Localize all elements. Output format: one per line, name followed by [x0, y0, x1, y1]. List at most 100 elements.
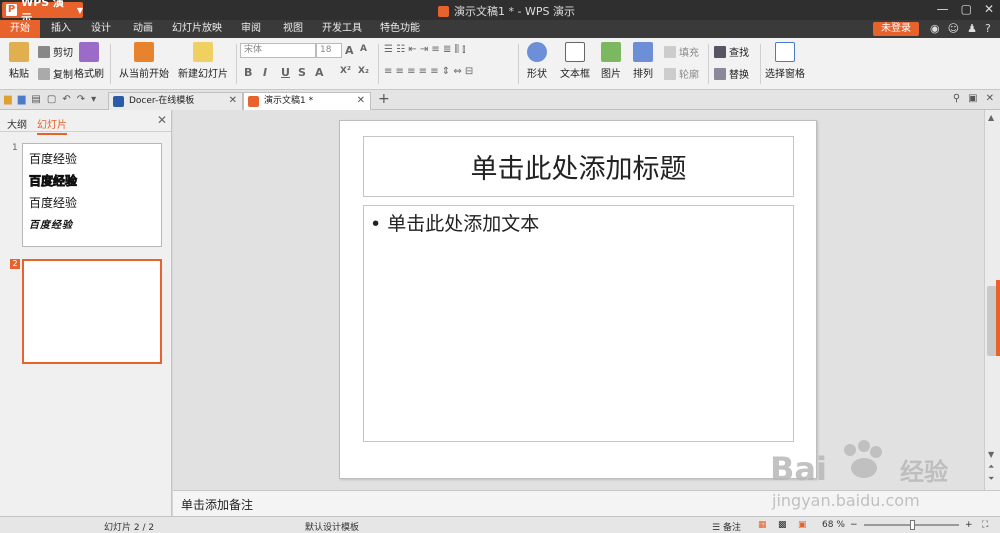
tab-features[interactable]: 特色功能 — [374, 20, 426, 38]
normal-view-icon[interactable]: ▦ — [758, 520, 767, 530]
zoom-out-icon[interactable]: − — [850, 520, 858, 530]
notes-pane[interactable]: 单击添加备注 — [173, 490, 1000, 516]
restore-icon[interactable]: ▣ — [968, 93, 977, 104]
title-placeholder[interactable]: 单击此处添加标题 — [363, 136, 794, 197]
minimize-button[interactable]: — — [937, 2, 949, 16]
shirt-icon[interactable]: ♟ — [967, 22, 977, 35]
quick-access-toolbar: ▆ ▆ ▤ ▢ ↶ ↷ ▾ — [4, 94, 96, 105]
binoculars-icon — [714, 45, 726, 58]
save-icon[interactable]: ▆ — [18, 94, 26, 105]
tab-developer[interactable]: 开发工具 — [316, 20, 368, 38]
redo-icon[interactable]: ↷ — [77, 94, 85, 105]
close-icon[interactable]: ✕ — [157, 113, 167, 127]
shrink-font-icon[interactable]: A — [360, 44, 367, 54]
thumb-text: 百度经验 — [29, 174, 78, 189]
print-preview-icon[interactable]: ▢ — [47, 94, 56, 105]
close-icon[interactable]: ✕ — [986, 93, 994, 104]
wps-app-menu-button[interactable]: P WPS 演示 ▼ — [2, 0, 83, 25]
tab-view[interactable]: 视图 — [274, 20, 312, 38]
divider — [708, 44, 709, 84]
superscript-button[interactable]: X² — [340, 66, 351, 76]
tab-document-label: 演示文稿1 * — [264, 96, 314, 106]
login-button[interactable]: 未登录 — [873, 22, 919, 36]
slide-thumbnail-1[interactable]: 百度经验 百度经验 百度经验 百度经验 — [22, 143, 162, 247]
reading-view-icon[interactable]: ▣ — [798, 520, 807, 530]
font-name-select[interactable]: 宋体 — [240, 43, 316, 58]
scissors-icon — [38, 45, 50, 58]
undo-icon[interactable]: ↶ — [62, 94, 70, 105]
maximize-button[interactable]: ▢ — [961, 2, 972, 16]
arrange-button[interactable]: 排列 — [630, 42, 656, 80]
paragraph-tools-row2[interactable]: ≡ ≡ ≡ ≡ ≡ ⇕ ⇔ ⊟ — [384, 66, 473, 77]
zoom-in-icon[interactable]: + — [965, 520, 973, 530]
find-button[interactable]: 查找 — [714, 44, 749, 59]
chevron-down-icon: ▼ — [76, 5, 83, 15]
zoom-level[interactable]: 68 % — [822, 520, 845, 530]
tab-home[interactable]: 开始 — [0, 20, 40, 38]
open-icon[interactable]: ▆ — [4, 94, 12, 105]
font-color-button[interactable]: A — [315, 66, 324, 79]
selection-pane-label: 选择窗格 — [765, 69, 805, 80]
picture-button[interactable]: 图片 — [596, 42, 626, 80]
fill-label: 填充 — [679, 48, 699, 59]
tab-slides[interactable]: 幻灯片 — [37, 116, 67, 135]
selection-pane-button[interactable]: 选择窗格 — [764, 42, 806, 80]
shadow-button[interactable]: S — [298, 66, 306, 79]
outline-icon — [664, 67, 676, 80]
prev-slide-icon[interactable]: ⏶ — [988, 462, 994, 472]
notes-toggle-button[interactable]: ☰ 备注 — [712, 520, 741, 533]
outline-label: 轮廓 — [679, 70, 699, 81]
textbox-label: 文本框 — [560, 69, 590, 80]
underline-button[interactable]: U — [281, 66, 290, 79]
tab-animation[interactable]: 动画 — [124, 20, 162, 38]
sorter-view-icon[interactable]: ▩ — [778, 520, 787, 530]
paragraph-tools-row1[interactable]: ☰ ☷ ⇤ ⇥ ≡ ≣ ⫼ ⫾ — [384, 44, 466, 55]
replace-button[interactable]: 替换 — [714, 66, 749, 81]
tab-review[interactable]: 审阅 — [232, 20, 270, 38]
textbox-button[interactable]: 文本框 — [557, 42, 593, 80]
close-button[interactable]: ✕ — [984, 2, 994, 16]
grow-font-icon[interactable]: A — [345, 44, 354, 57]
copy-button[interactable]: 复制 — [38, 66, 73, 81]
paste-button[interactable]: 粘贴 — [6, 42, 32, 80]
tab-insert[interactable]: 插入 — [42, 20, 80, 38]
close-icon[interactable]: ✕ — [357, 93, 365, 109]
close-icon[interactable]: ✕ — [229, 93, 237, 109]
tab-slideshow[interactable]: 幻灯片放映 — [166, 20, 228, 38]
pin-icon[interactable]: ⚲ — [953, 93, 960, 104]
chevron-down-icon[interactable]: ▾ — [91, 94, 96, 105]
slide-thumbnail-2[interactable] — [22, 259, 162, 364]
outline-button[interactable]: 轮廓 — [664, 66, 699, 81]
feedback-icon[interactable]: ☺ — [948, 22, 959, 35]
side-panel-toggle[interactable] — [996, 280, 1000, 356]
scroll-up-icon[interactable]: ▲ — [988, 113, 994, 122]
help-button[interactable]: ? — [985, 22, 991, 35]
slide-canvas[interactable]: 单击此处添加标题 • 单击此处添加文本 — [339, 120, 817, 479]
slide-number: 1 — [12, 143, 18, 153]
bold-button[interactable]: B — [244, 66, 252, 79]
italic-button[interactable]: I — [263, 66, 267, 79]
print-icon[interactable]: ▤ — [31, 94, 40, 105]
tab-outline[interactable]: 大纲 — [7, 116, 27, 131]
tab-docer[interactable]: Docer-在线模板 ✕ — [108, 92, 243, 110]
slide-panel-tabs: 大纲 幻灯片 ✕ — [0, 110, 171, 135]
template-name[interactable]: 默认设计模板 — [305, 520, 359, 533]
new-tab-button[interactable]: + — [378, 91, 390, 107]
tab-design[interactable]: 设计 — [82, 20, 120, 38]
new-slide-button[interactable]: 新建幻灯片 — [174, 42, 232, 80]
shape-button[interactable]: 形状 — [522, 42, 552, 80]
zoom-slider-knob[interactable] — [910, 520, 916, 530]
format-painter-button[interactable]: 格式刷 — [74, 42, 104, 80]
selection-pane-icon — [775, 42, 795, 62]
play-from-current-button[interactable]: 从当前开始 — [116, 42, 172, 80]
tab-document[interactable]: 演示文稿1 * ✕ — [243, 92, 371, 110]
skin-icon[interactable]: ◉ — [930, 22, 940, 35]
subscript-button[interactable]: X₂ — [358, 66, 369, 76]
next-slide-icon[interactable]: ⏷ — [988, 474, 994, 484]
body-placeholder[interactable]: • 单击此处添加文本 — [363, 205, 794, 442]
scroll-down-icon[interactable]: ▼ — [988, 450, 994, 459]
font-size-select[interactable]: 18 — [316, 43, 342, 58]
fit-window-icon[interactable]: ⛶ — [982, 520, 988, 530]
cut-button[interactable]: 剪切 — [38, 44, 73, 59]
fill-button[interactable]: 填充 — [664, 44, 699, 59]
